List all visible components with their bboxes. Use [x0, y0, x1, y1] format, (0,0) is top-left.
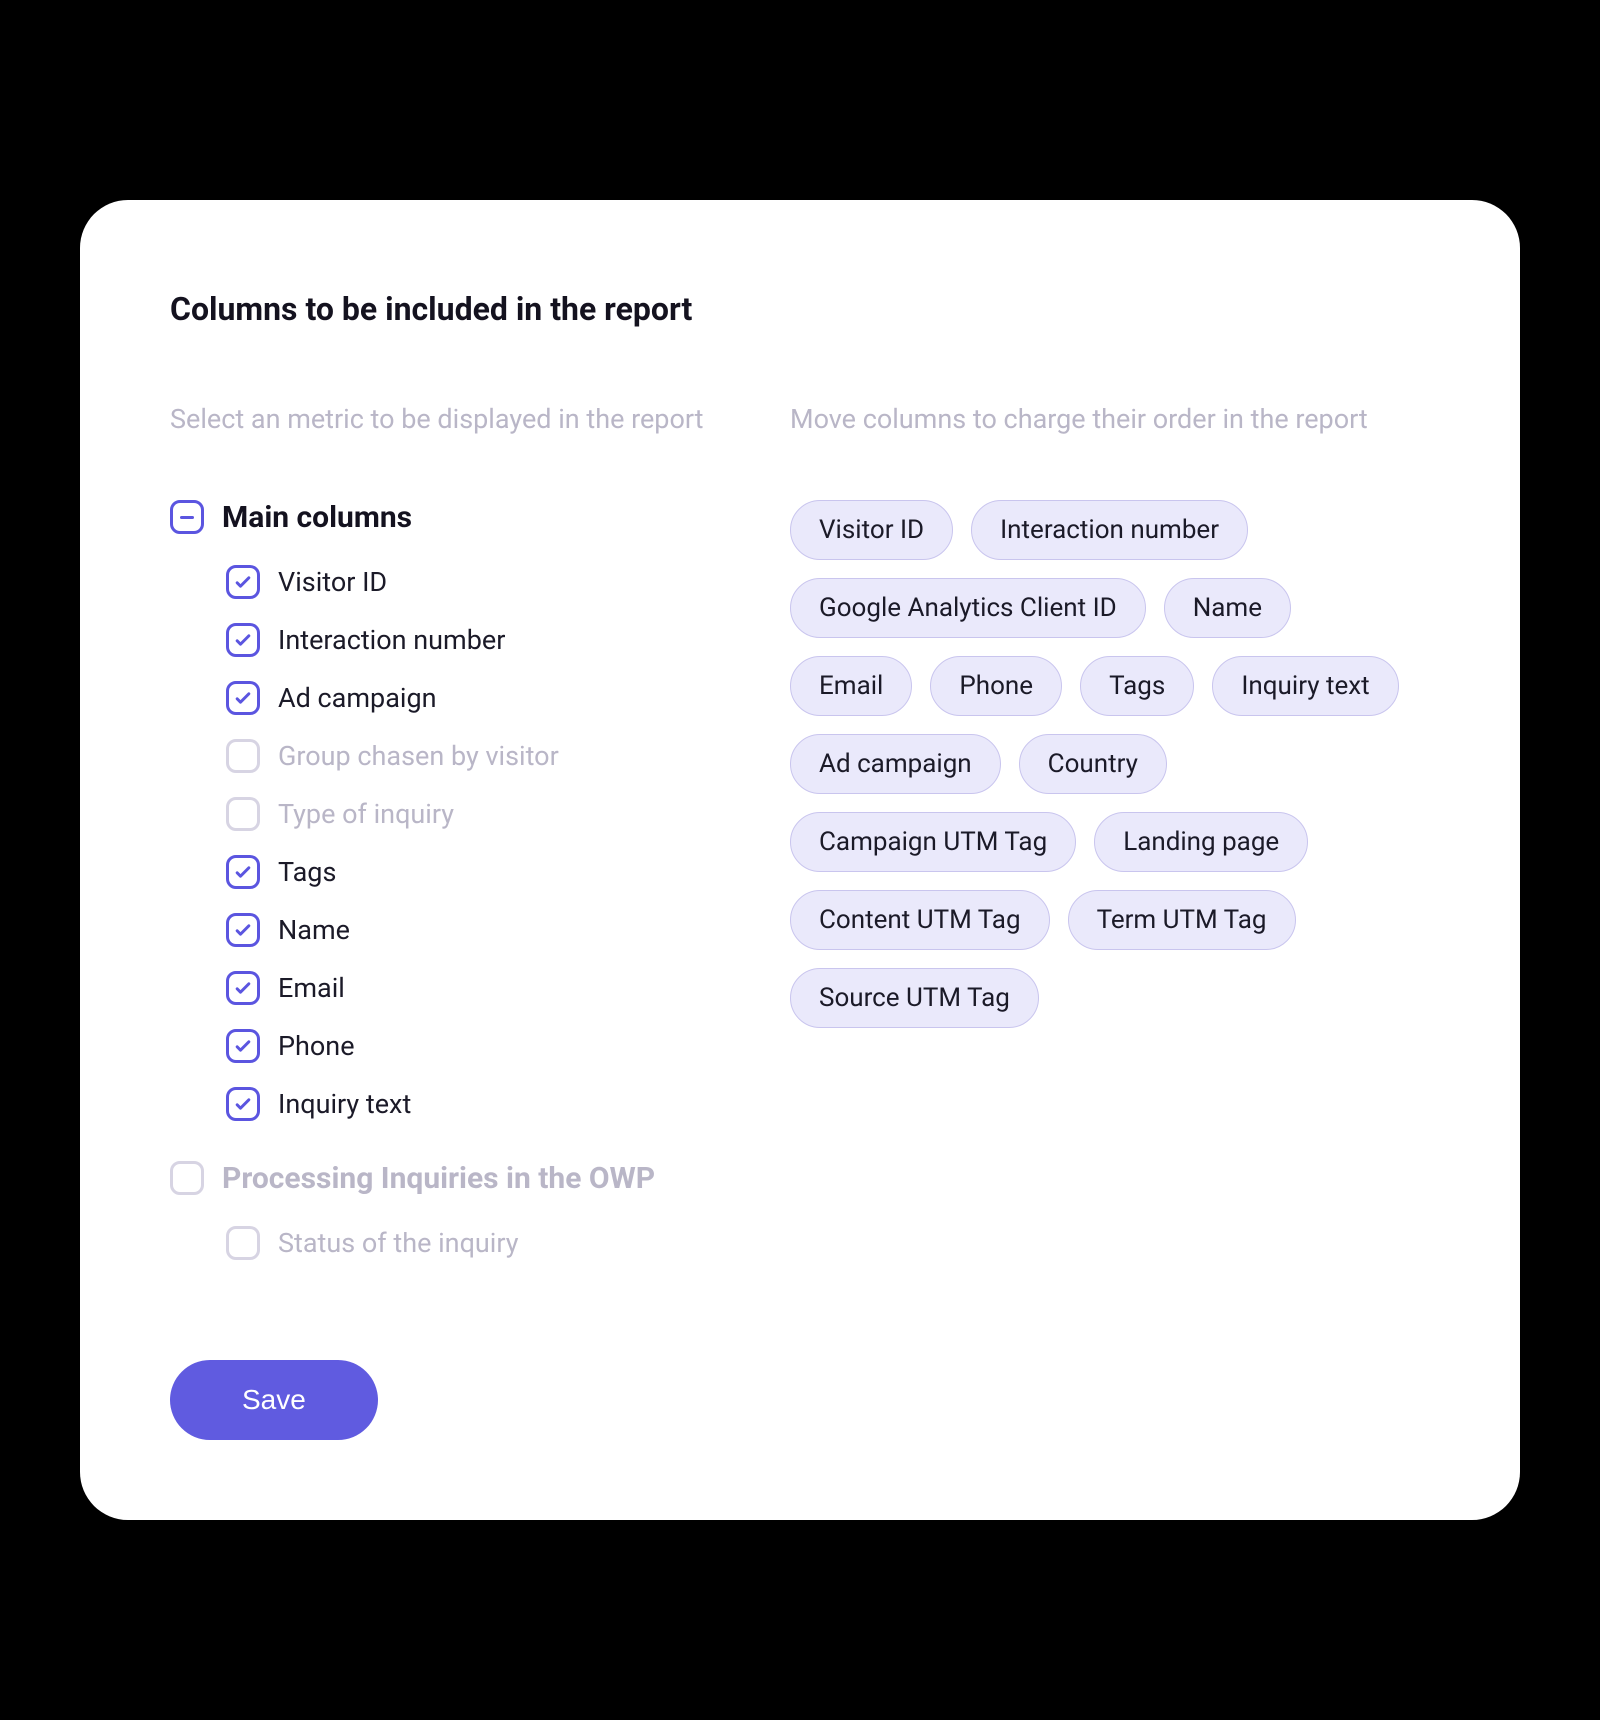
list-item[interactable]: Inquiry text [226, 1087, 710, 1121]
group-label: Main columns [222, 500, 412, 535]
list-item[interactable]: Interaction number [226, 623, 710, 657]
list-item-label: Status of the inquiry [278, 1227, 519, 1259]
checkbox-checked-icon[interactable] [226, 913, 260, 947]
column-chip[interactable]: Content UTM Tag [790, 890, 1050, 950]
order-hint: Move columns to charge their order in th… [790, 400, 1430, 439]
list-item[interactable]: Visitor ID [226, 565, 710, 599]
column-chip[interactable]: Email [790, 656, 912, 716]
list-item-label: Ad campaign [278, 682, 437, 714]
list-item[interactable]: Tags [226, 855, 710, 889]
column-chip[interactable]: Landing page [1094, 812, 1308, 872]
group-items-owp: Status of the inquiry [170, 1226, 710, 1260]
list-item-label: Tags [278, 856, 336, 888]
save-button[interactable]: Save [170, 1360, 378, 1440]
content-row: Select an metric to be displayed in the … [170, 400, 1430, 1299]
checkbox-checked-icon[interactable] [226, 681, 260, 715]
column-chip[interactable]: Tags [1080, 656, 1194, 716]
group-header-owp[interactable]: Processing Inquiries in the OWP [170, 1161, 710, 1196]
list-item[interactable]: Group chasen by visitor [226, 739, 710, 773]
column-chip[interactable]: Inquiry text [1212, 656, 1398, 716]
list-item[interactable]: Status of the inquiry [226, 1226, 710, 1260]
checkbox-checked-icon[interactable] [226, 1087, 260, 1121]
list-item-label: Interaction number [278, 624, 505, 656]
list-item[interactable]: Ad campaign [226, 681, 710, 715]
column-chip[interactable]: Google Analytics Client ID [790, 578, 1146, 638]
list-item[interactable]: Name [226, 913, 710, 947]
checkbox-checked-icon[interactable] [226, 565, 260, 599]
list-item-label: Phone [278, 1030, 355, 1062]
group-label: Processing Inquiries in the OWP [222, 1161, 655, 1196]
column-chip[interactable]: Term UTM Tag [1068, 890, 1296, 950]
checkbox-unchecked-icon[interactable] [226, 739, 260, 773]
column-chip[interactable]: Name [1164, 578, 1291, 638]
chip-container: Visitor ID Interaction number Google Analy… [790, 500, 1430, 1028]
checkbox-checked-icon[interactable] [226, 971, 260, 1005]
column-chip[interactable]: Interaction number [971, 500, 1248, 560]
column-chip[interactable]: Source UTM Tag [790, 968, 1039, 1028]
list-item-label: Type of inquiry [278, 798, 454, 830]
columns-select-panel: Select an metric to be displayed in the … [170, 400, 710, 1299]
list-item-label: Group chasen by visitor [278, 740, 559, 772]
checkbox-indeterminate-icon[interactable] [170, 500, 204, 534]
column-chip[interactable]: Visitor ID [790, 500, 953, 560]
list-item[interactable]: Type of inquiry [226, 797, 710, 831]
list-item-label: Inquiry text [278, 1088, 411, 1120]
checkbox-checked-icon[interactable] [226, 855, 260, 889]
list-item[interactable]: Email [226, 971, 710, 1005]
column-chip[interactable]: Campaign UTM Tag [790, 812, 1076, 872]
column-chip[interactable]: Ad campaign [790, 734, 1001, 794]
checkbox-checked-icon[interactable] [226, 623, 260, 657]
list-item-label: Visitor ID [278, 566, 387, 598]
checkbox-unchecked-icon[interactable] [226, 1226, 260, 1260]
select-hint: Select an metric to be displayed in the … [170, 400, 710, 439]
list-item-label: Email [278, 972, 345, 1004]
group-header-main[interactable]: Main columns [170, 500, 710, 535]
column-chip[interactable]: Country [1019, 734, 1167, 794]
settings-card: Columns to be included in the report Sel… [80, 200, 1520, 1519]
checkbox-unchecked-icon[interactable] [170, 1161, 204, 1195]
list-item[interactable]: Phone [226, 1029, 710, 1063]
card-title: Columns to be included in the report [170, 290, 1430, 328]
checkbox-checked-icon[interactable] [226, 1029, 260, 1063]
list-item-label: Name [278, 914, 350, 946]
checkbox-unchecked-icon[interactable] [226, 797, 260, 831]
columns-order-panel: Move columns to charge their order in th… [790, 400, 1430, 1299]
group-items-main: Visitor ID Interaction number Ad campaign G… [170, 565, 710, 1121]
column-chip[interactable]: Phone [930, 656, 1062, 716]
